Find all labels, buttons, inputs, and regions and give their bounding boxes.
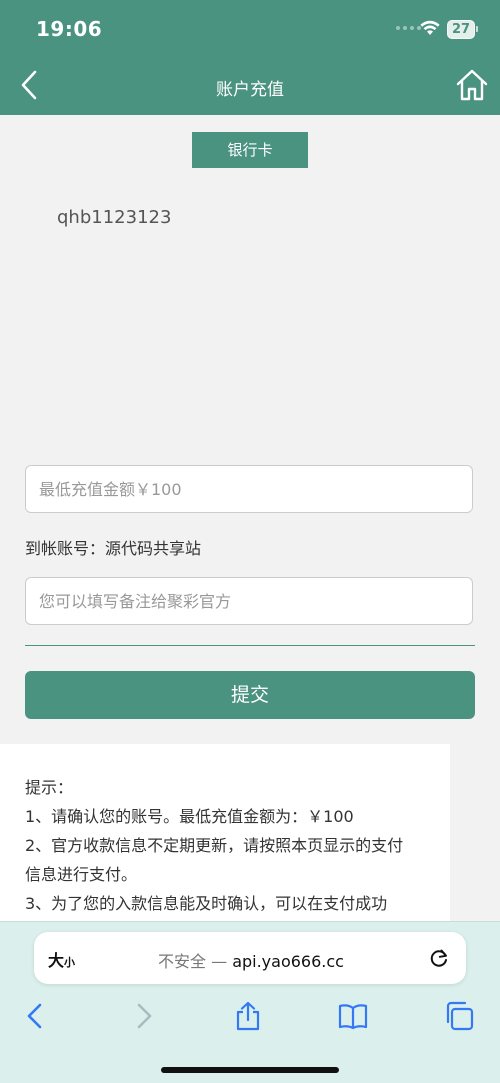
reload-icon[interactable] [427,946,451,970]
security-label: 不安全 — [158,952,228,971]
tips-line: 3、为了您的入款信息能及时确认，可以在支付成功 [25,894,388,913]
amount-input[interactable] [25,465,473,513]
home-icon[interactable] [455,68,489,102]
account-name: qhb1123123 [57,207,172,228]
browser-toolbar: 大小 不安全 — api.yao666.cc [0,921,500,1083]
battery-level: 27 [447,20,475,39]
divider [25,645,475,646]
chevron-left-icon[interactable] [20,1000,52,1032]
dest-account-row: 到帐账号：源代码共享站 [25,535,201,559]
tips-line: 1、请确认您的账号。最低充值金额为：￥100 [25,807,354,826]
remark-input[interactable] [25,577,473,625]
bookmarks-icon[interactable] [337,1000,369,1032]
dest-account-value: 源代码共享站 [105,539,202,558]
battery-icon: 27 [447,20,479,39]
dest-account-label: 到帐账号： [25,539,106,558]
cellular-signal-icon [396,26,421,30]
chevron-right-icon[interactable] [127,1000,159,1032]
domain-label: api.yao666.cc [232,952,344,971]
text-size-button[interactable]: 大小 [48,947,75,971]
address-bar[interactable]: 大小 不安全 — api.yao666.cc [34,932,466,984]
wifi-icon [420,20,440,35]
url-text[interactable]: 不安全 — api.yao666.cc [158,948,344,972]
tips-line: 2、官方收款信息不定期更新，请按照本页显示的支付 [25,836,404,855]
home-indicator [161,1067,339,1073]
tips-panel: 提示： 1、请确认您的账号。最低充值金额为：￥100 2、官方收款信息不定期更新… [0,744,450,934]
tips-title: 提示： [25,778,74,797]
submit-button[interactable]: 提交 [25,671,475,719]
header-bar: 19:06 27 账户充值 [0,0,500,115]
page-title: 账户充值 [216,80,284,100]
tips-line: 信息进行支付。 [25,865,138,884]
share-icon[interactable] [232,1000,264,1032]
status-time: 19:06 [36,17,103,41]
tabs-icon[interactable] [443,1000,475,1032]
tab-bank-card[interactable]: 银行卡 [192,132,308,168]
